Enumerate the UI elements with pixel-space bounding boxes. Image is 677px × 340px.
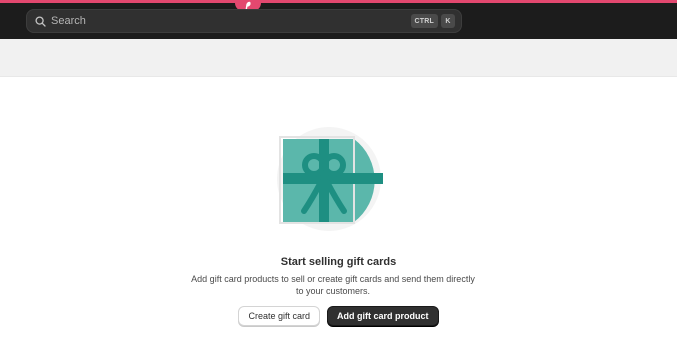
create-gift-card-button[interactable]: Create gift card [238,306,321,326]
gift-card-icon [274,127,386,231]
empty-state-title: Start selling gift cards [280,256,397,268]
shortcut-k-key: K [441,14,455,28]
add-gift-card-product-button[interactable]: Add gift card product [327,306,439,326]
search-icon [34,15,46,27]
search-placeholder: Search [51,15,86,27]
empty-state-description: Add gift card products to sell or create… [191,274,475,296]
top-bar: Search CTRL K [0,0,677,39]
search-input[interactable]: Search CTRL K [26,9,462,33]
shortcut-ctrl-key: CTRL [410,14,438,28]
page-header-bar [0,39,677,77]
empty-state-actions: Create gift card Add gift card product [0,306,677,326]
